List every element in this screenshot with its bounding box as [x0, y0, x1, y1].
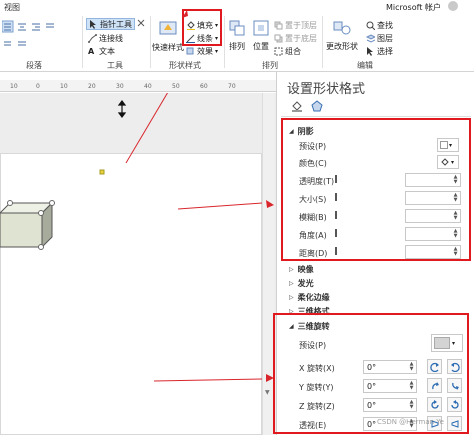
- group-button[interactable]: 组合: [274, 45, 301, 57]
- quick-styles-icon: [158, 18, 178, 40]
- send-back-icon: [274, 34, 283, 43]
- ruler-mark: 40: [144, 83, 152, 90]
- arrange-icon: [229, 20, 245, 38]
- highlight-box-fill-line: [182, 9, 222, 46]
- ribbon: 视图 Microsoft 帐户 段落 指针工具 连接线 A 文本 工具 快速样式…: [0, 0, 474, 72]
- bring-to-front-label: 置于顶层: [285, 20, 317, 30]
- highlight-box-3d-rotation: [273, 313, 469, 434]
- text-icon: A: [88, 46, 95, 56]
- drawing-canvas[interactable]: [0, 93, 276, 435]
- ruler-mark: 10: [60, 83, 68, 90]
- shape-control-handle: [99, 169, 105, 175]
- select-label: 选择: [377, 46, 393, 56]
- divider: [322, 16, 323, 68]
- group-label: 组合: [285, 46, 301, 56]
- position-label: 位置: [253, 42, 269, 51]
- chevron-right-icon: ▷: [289, 266, 294, 273]
- connector-icon: [88, 33, 97, 43]
- ruler-mark: 30: [116, 83, 124, 90]
- close-icon[interactable]: [136, 18, 146, 54]
- send-to-back-button[interactable]: 置于底层: [274, 32, 317, 44]
- horizontal-ruler: 10 0 10 20 30 40 50 60 70: [0, 80, 276, 92]
- highlight-box-shadow: [281, 118, 471, 261]
- account-label[interactable]: Microsoft 帐户: [386, 2, 441, 13]
- layers-button[interactable]: 图层: [365, 32, 393, 44]
- ruler-mark: 10: [10, 83, 18, 90]
- arrange-group-label: 排列: [262, 61, 278, 70]
- connector-label: 连接线: [99, 33, 123, 43]
- arrange-button[interactable]: 排列: [226, 20, 248, 52]
- annotation-arrow: [153, 378, 262, 382]
- divider: [150, 16, 151, 68]
- ruler-mark: 60: [200, 83, 208, 90]
- paragraph-group-label: 段落: [26, 61, 42, 70]
- divider: [224, 16, 225, 68]
- format-shape-pane: 设置形状格式 ◢ 阴影 预设(P) ▾ 颜色(C) ▾ 透明度(T) ▲ ▼ 大小…: [273, 72, 474, 435]
- fill-line-tab-icon[interactable]: [291, 100, 303, 112]
- find-button[interactable]: 查找: [366, 19, 393, 31]
- pane-title: 设置形状格式: [287, 82, 366, 97]
- editing-group-label: 编辑: [357, 61, 373, 70]
- shape-style-group-label: 形状样式: [169, 61, 201, 70]
- search-icon: [366, 21, 376, 30]
- select-icon: [366, 46, 375, 56]
- reflection-section-header[interactable]: ▷ 映像: [289, 264, 314, 275]
- tab-view[interactable]: 视图: [4, 2, 20, 13]
- glow-label: 发光: [297, 279, 314, 288]
- watermark-text: CSDN @Herman Ye: [377, 418, 444, 426]
- arrange-label: 排列: [229, 42, 245, 51]
- cube-shape: [0, 200, 55, 250]
- group-icon: [274, 47, 283, 56]
- change-shape-icon: [333, 20, 351, 38]
- bring-front-icon: [274, 21, 283, 30]
- chevron-right-icon: ▷: [289, 280, 294, 287]
- position-button[interactable]: 位置: [250, 20, 272, 52]
- pointer-icon: [89, 19, 98, 29]
- scroll-down-icon[interactable]: ▼: [265, 389, 270, 396]
- find-label: 查找: [377, 20, 393, 30]
- divider: [281, 116, 471, 117]
- effects-tab-icon[interactable]: [311, 100, 323, 112]
- text-tool-button[interactable]: A 文本: [88, 45, 115, 57]
- change-shape-label: 更改形状: [326, 42, 358, 51]
- divider: [82, 16, 83, 68]
- position-icon: [253, 20, 269, 38]
- canvas-overlay: [0, 93, 262, 382]
- glow-section-header[interactable]: ▷ 发光: [289, 278, 314, 289]
- annotation-arrow: [125, 93, 169, 164]
- paragraph-controls: [1, 20, 62, 56]
- ruler-mark: 0: [36, 83, 40, 90]
- ruler-mark: 20: [88, 83, 96, 90]
- soft-edges-label: 柔化边缘: [297, 293, 330, 302]
- effects-button[interactable]: 效果 ▾: [186, 45, 218, 57]
- ruler-mark: 70: [228, 83, 236, 90]
- send-to-back-label: 置于底层: [285, 33, 317, 43]
- reflection-label: 映像: [297, 265, 314, 274]
- text-tool-label: 文本: [99, 46, 115, 56]
- chevron-down-icon: ▾: [215, 47, 219, 55]
- quick-styles-button[interactable]: 快速样式: [152, 18, 184, 53]
- avatar[interactable]: [448, 1, 458, 11]
- chevron-right-icon: ▷: [289, 294, 294, 301]
- layers-label: 图层: [377, 33, 393, 43]
- pointer-tool-button[interactable]: 指针工具: [86, 18, 135, 30]
- ruler-mark: 50: [172, 83, 180, 90]
- bring-to-front-button[interactable]: 置于顶层: [274, 19, 317, 31]
- arrowheads: [182, 10, 274, 382]
- select-button[interactable]: 选择: [366, 45, 393, 57]
- resize-cursor-icon: [117, 100, 127, 118]
- effects-label: 效果: [197, 46, 213, 56]
- tools-group-label: 工具: [107, 61, 123, 70]
- effects-icon: [186, 47, 195, 56]
- connector-button[interactable]: 连接线: [88, 32, 123, 44]
- annotation-arrow: [177, 202, 262, 210]
- layers-icon: [365, 33, 377, 43]
- change-shape-button[interactable]: 更改形状: [324, 20, 360, 52]
- pointer-tool-label: 指针工具: [100, 19, 132, 29]
- soft-edges-section-header[interactable]: ▷ 柔化边缘: [289, 292, 330, 303]
- quick-styles-label: 快速样式: [152, 43, 184, 52]
